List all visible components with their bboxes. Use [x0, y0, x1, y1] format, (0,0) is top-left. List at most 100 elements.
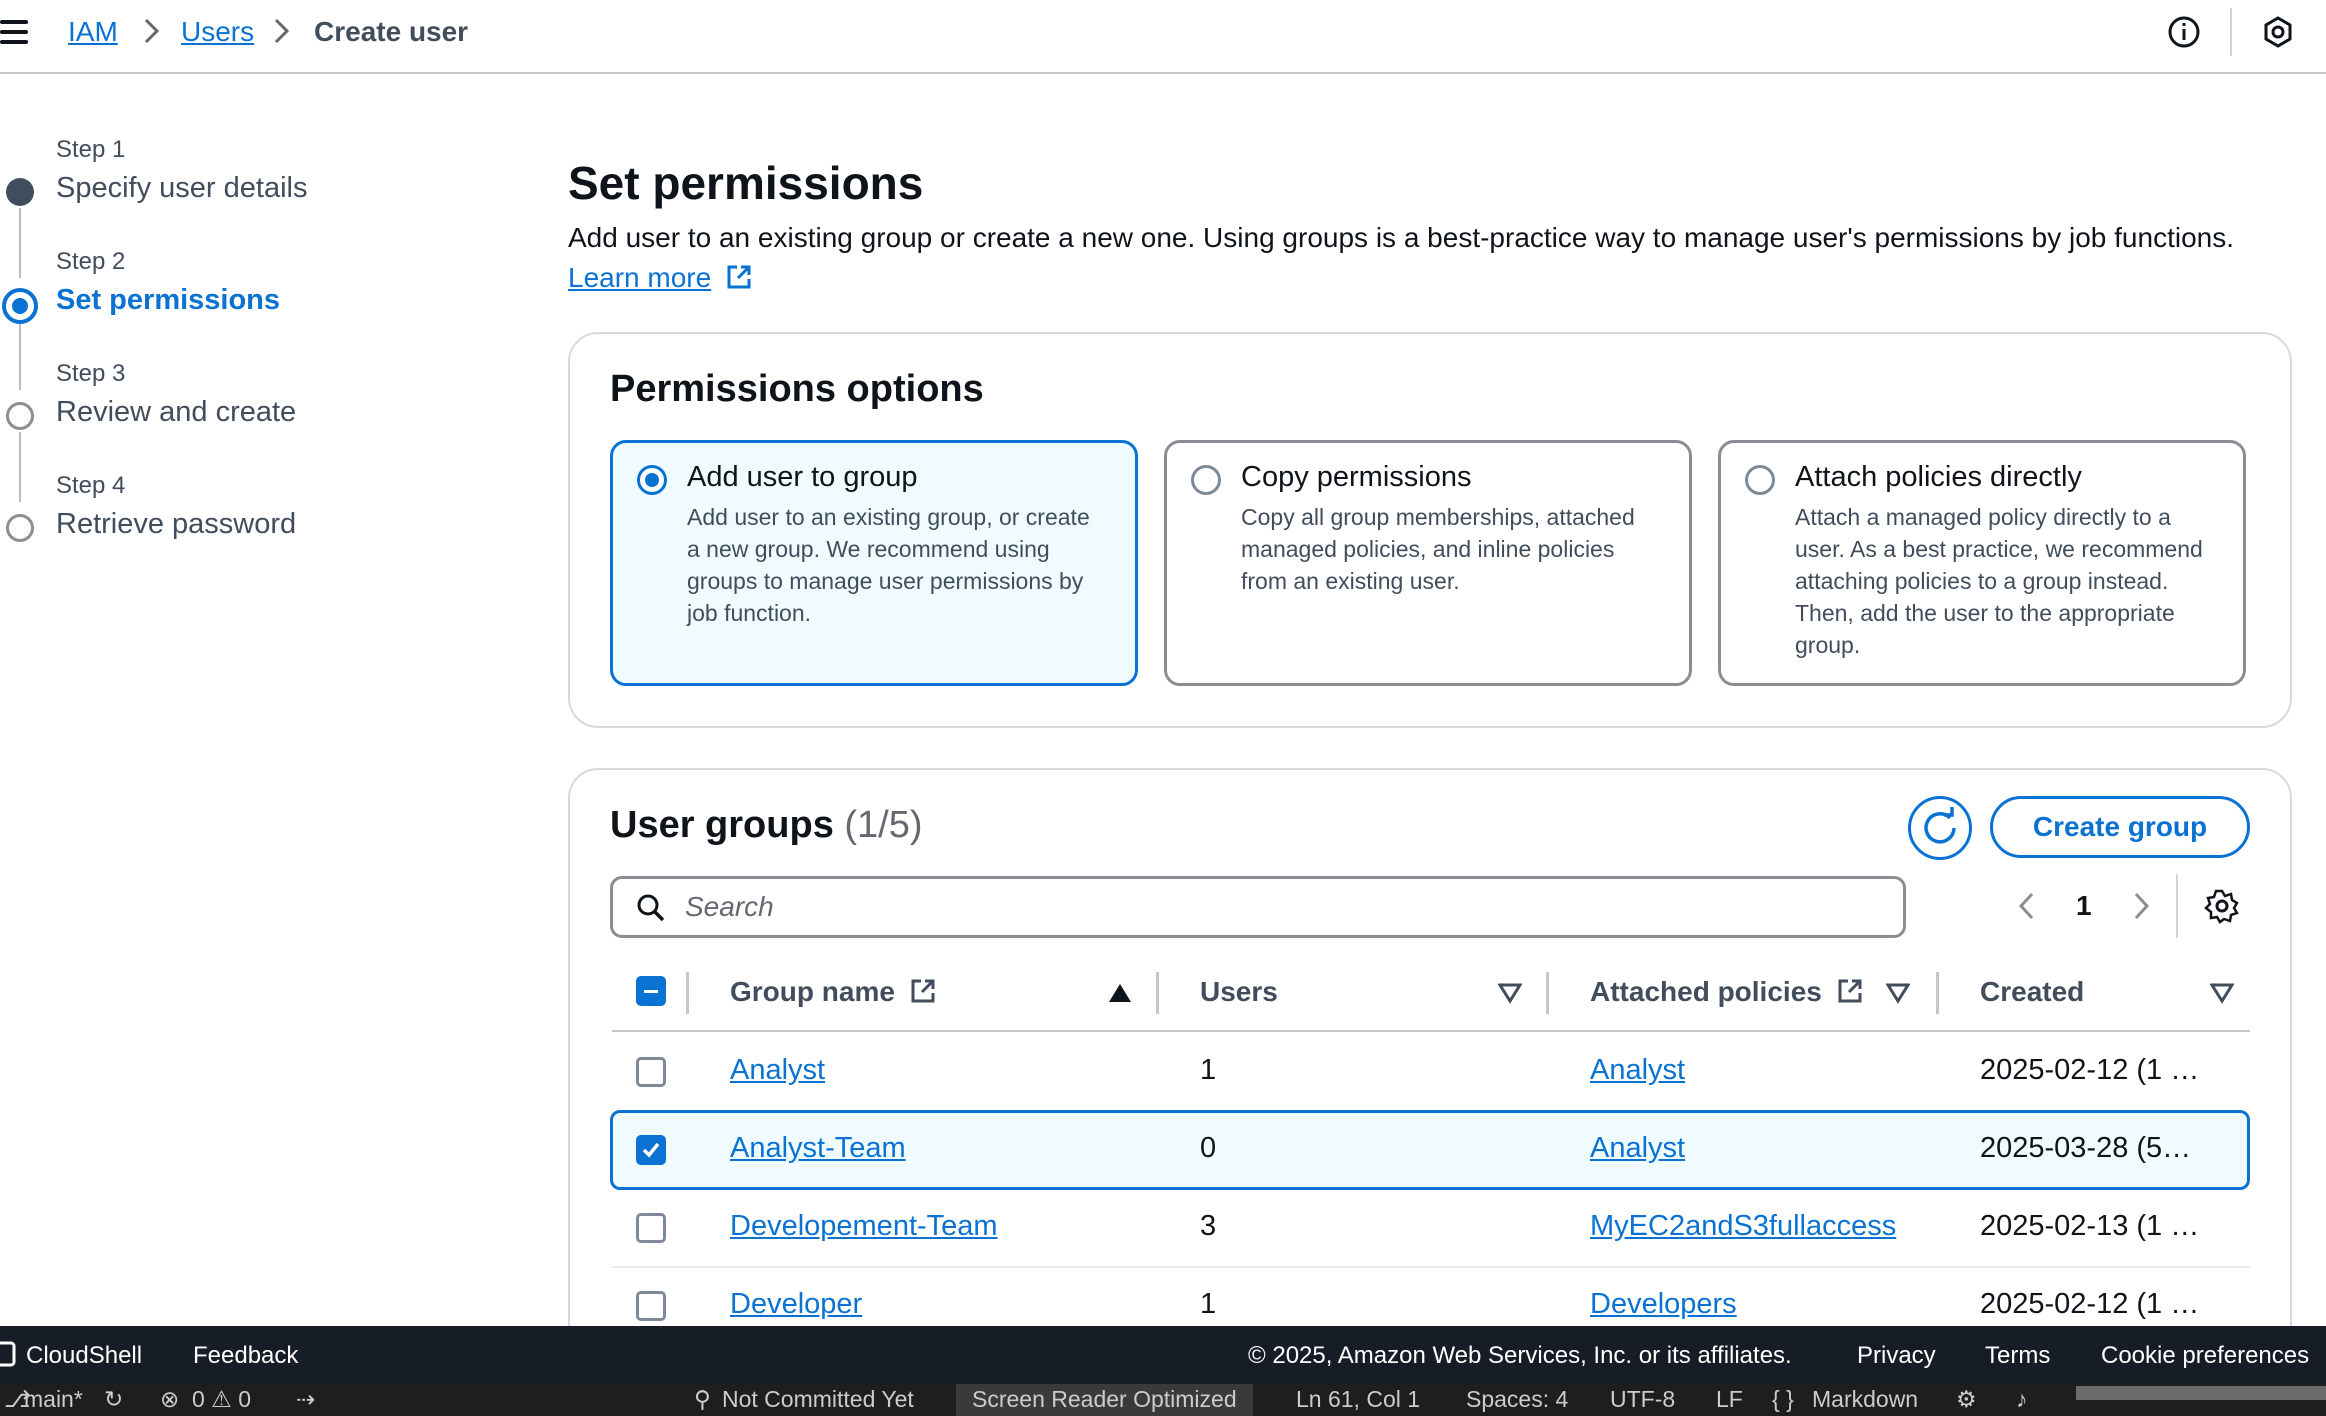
users-count: 1	[1200, 1288, 1217, 1320]
option-description: Copy all group memberships, attached man…	[1241, 504, 1635, 594]
radio-icon[interactable]	[1191, 465, 1221, 495]
cookie-preferences-link[interactable]: Cookie preferences	[2101, 1342, 2309, 1370]
live-share-icon[interactable]: ⇢	[296, 1386, 315, 1413]
created-date: 2025-03-28 (5…	[1980, 1132, 2192, 1164]
column-header-users[interactable]: Users	[1200, 976, 1278, 1008]
row-checkbox[interactable]	[636, 1213, 666, 1243]
cloudshell-icon[interactable]	[0, 1340, 18, 1375]
sync-icon[interactable]: ↻	[104, 1386, 123, 1413]
terms-link[interactable]: Terms	[1985, 1342, 2050, 1370]
next-page-icon[interactable]	[2128, 890, 2154, 927]
git-blame-status[interactable]: Not Committed Yet	[722, 1386, 914, 1413]
policy-link[interactable]: Analyst	[1590, 1054, 1685, 1087]
step-current-icon	[2, 288, 38, 324]
breadcrumb-iam[interactable]: IAM	[68, 12, 118, 52]
feedback-link[interactable]: Feedback	[193, 1342, 298, 1370]
cursor-position[interactable]: Ln 61, Col 1	[1296, 1386, 1420, 1413]
page-title: Set permissions	[568, 157, 924, 209]
preferences-gear-icon[interactable]	[2204, 888, 2240, 929]
indentation[interactable]: Spaces: 4	[1466, 1386, 1568, 1413]
encoding[interactable]: UTF-8	[1610, 1386, 1675, 1413]
step-connector	[19, 432, 21, 502]
info-icon[interactable]	[2164, 12, 2204, 52]
radio-selected-icon[interactable]	[637, 465, 667, 495]
end-of-line[interactable]: LF	[1716, 1386, 1743, 1413]
copilot-icon[interactable]: ⚙	[1956, 1386, 1977, 1413]
pin-icon: ⚲	[694, 1386, 711, 1412]
column-header-created[interactable]: Created	[1980, 976, 2084, 1008]
created-date: 2025-02-13 (1 …	[1980, 1210, 2200, 1242]
braces-icon: { }	[1772, 1386, 1794, 1412]
divider	[2176, 874, 2178, 938]
step-3-number: Step 3	[56, 360, 126, 387]
screen-reader-mode[interactable]: Screen Reader Optimized	[956, 1384, 1253, 1416]
step-connector	[19, 320, 21, 390]
group-name-link[interactable]: Analyst-Team	[730, 1132, 906, 1165]
step-2-number: Step 2	[56, 248, 126, 275]
sort-ascending-icon[interactable]	[1108, 982, 1132, 1009]
option-description: Add user to an existing group, or create…	[687, 504, 1090, 626]
policy-link[interactable]: Developers	[1590, 1288, 1737, 1321]
privacy-link[interactable]: Privacy	[1857, 1342, 1936, 1370]
menu-icon[interactable]	[0, 18, 28, 48]
external-link-icon	[725, 263, 753, 298]
group-name-link[interactable]: Developer	[730, 1288, 862, 1321]
row-checkbox[interactable]	[636, 1291, 666, 1321]
refresh-button[interactable]	[1908, 796, 1972, 860]
radio-icon[interactable]	[1745, 465, 1775, 495]
user-groups-count: (1/5)	[844, 804, 923, 846]
table-header-divider	[612, 1030, 2250, 1032]
copyright-text: © 2025, Amazon Web Services, Inc. or its…	[1248, 1342, 1792, 1369]
learn-more-label: Learn more	[568, 262, 712, 293]
sort-icon[interactable]	[1497, 982, 1523, 1009]
page-description: Add user to an existing group or create …	[568, 222, 2234, 253]
breadcrumb-current: Create user	[314, 16, 469, 47]
policy-link[interactable]: Analyst	[1590, 1132, 1685, 1165]
background-window-strip	[2076, 1386, 2326, 1400]
select-all-checkbox[interactable]	[636, 976, 666, 1006]
create-group-button[interactable]: Create group	[1990, 796, 2250, 858]
step-1-number: Step 1	[56, 136, 126, 163]
problems-count[interactable]: 0 ⚠ 0	[192, 1386, 251, 1413]
step-pending-icon	[6, 514, 34, 542]
chevron-right-icon	[268, 16, 294, 46]
previous-page-icon[interactable]	[2014, 890, 2040, 927]
created-date: 2025-02-12 (1 …	[1980, 1288, 2200, 1320]
search-input[interactable]: Search	[610, 876, 1906, 938]
breadcrumb-users[interactable]: Users	[181, 12, 254, 52]
learn-more-link[interactable]: Learn more	[568, 262, 753, 298]
option-description: Attach a managed policy directly to a us…	[1795, 504, 2203, 658]
sort-icon[interactable]	[1885, 982, 1911, 1009]
step-2-label: Set permissions	[56, 284, 281, 316]
column-divider	[1546, 972, 1549, 1014]
group-name-link[interactable]: Developement-Team	[730, 1210, 998, 1243]
sort-icon[interactable]	[2209, 982, 2235, 1009]
column-header-attached-policies[interactable]: Attached policies	[1590, 976, 1864, 1012]
users-count: 3	[1200, 1210, 1217, 1242]
language-mode[interactable]: Markdown	[1812, 1386, 1918, 1413]
page-number[interactable]: 1	[2076, 890, 2092, 922]
option-add-user-to-group[interactable]: Add user to group Add user to an existin…	[610, 440, 1138, 686]
step-4-label: Retrieve password	[56, 508, 297, 540]
top-navigation-bar: IAM Users Create user	[0, 0, 2326, 74]
step-pending-icon	[6, 402, 34, 430]
permissions-options-title: Permissions options	[610, 368, 984, 410]
branch-name[interactable]: main*	[24, 1386, 83, 1413]
step-4-number: Step 4	[56, 472, 126, 499]
option-title: Attach policies directly	[1795, 461, 2082, 493]
column-header-label: Attached policies	[1590, 976, 1822, 1007]
row-checkbox-checked[interactable]	[636, 1135, 666, 1165]
created-date: 2025-02-12 (1 …	[1980, 1054, 2200, 1086]
row-checkbox[interactable]	[636, 1057, 666, 1087]
column-header-group-name[interactable]: Group name	[730, 976, 937, 1012]
divider	[2230, 8, 2232, 56]
option-copy-permissions[interactable]: Copy permissions Copy all group membersh…	[1164, 440, 1692, 686]
security-settings-icon[interactable]	[2258, 12, 2298, 52]
policy-link[interactable]: MyEC2andS3fullaccess	[1590, 1210, 1896, 1243]
step-1-label[interactable]: Specify user details	[56, 172, 307, 205]
column-divider	[1156, 972, 1159, 1014]
notifications-bell-icon[interactable]: ♪	[2016, 1386, 2028, 1413]
cloudshell-button[interactable]: CloudShell	[26, 1342, 142, 1370]
group-name-link[interactable]: Analyst	[730, 1054, 825, 1087]
option-attach-policies[interactable]: Attach policies directly Attach a manage…	[1718, 440, 2246, 686]
